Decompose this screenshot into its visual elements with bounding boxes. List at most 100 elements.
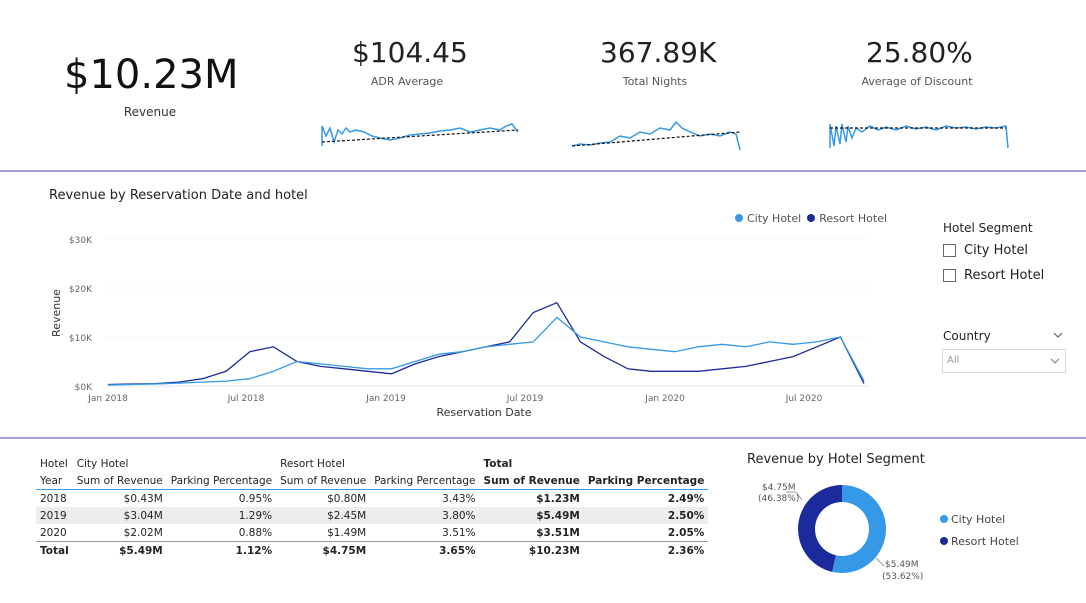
cell: $5.49M	[119, 544, 163, 557]
country-dropdown[interactable]: All	[942, 349, 1066, 373]
donut-chart-title: Revenue by Hotel Segment	[747, 452, 925, 467]
matrix-h2-city-park[interactable]: Parking Percentage	[167, 472, 276, 490]
slicer-option-resort-hotel[interactable]: Resort Hotel	[943, 268, 1044, 283]
slicer-option-city-hotel[interactable]: City Hotel	[943, 243, 1028, 258]
line-chart: $30K $20K $10K $0K Jan 2018 Jul 2018 Jan…	[50, 236, 870, 419]
resort-dot-icon	[807, 214, 816, 222]
donut-label-resort-pct: (46.38%)	[758, 494, 799, 504]
country-slicer-title: Country	[943, 329, 991, 343]
table-row: 2018 $0.43M 0.95% $0.80M 3.43% $1.23M 2.…	[36, 490, 708, 508]
top-divider	[0, 170, 1086, 172]
bottom-divider	[0, 437, 1086, 439]
cell: 3.80%	[442, 509, 476, 522]
adr-kpi-label: ADR Average	[370, 75, 444, 88]
x-axis-label: Reservation Date	[436, 406, 531, 419]
checkbox-resort-hotel[interactable]	[943, 269, 956, 282]
revenue-kpi-label: Revenue	[123, 105, 177, 119]
matrix-header-row-2: Year Sum of Revenue Parking Percentage S…	[36, 472, 709, 490]
slicer-option-resort-label: Resort Hotel	[964, 268, 1045, 283]
chevron-down-icon	[1050, 358, 1060, 364]
line-chart-title: Revenue by Reservation Date and hotel	[49, 188, 308, 203]
cell: $0.80M	[327, 492, 367, 505]
matrix-h1-hotel: Hotel	[40, 457, 68, 470]
matrix-h2-total-rev[interactable]: Sum of Revenue	[480, 472, 584, 490]
cell: 0.88%	[238, 526, 273, 539]
matrix-h1-total: Total	[483, 457, 513, 470]
discount-sparkline	[829, 123, 1009, 149]
cell: $3.04M	[123, 509, 163, 522]
cell: $1.23M	[536, 492, 580, 505]
y-tick-10k: $10K	[69, 334, 93, 344]
adr-sparkline	[321, 123, 519, 146]
matrix-header-row-1: Hotel City Hotel Resort Hotel Total	[36, 455, 708, 472]
matrix-h2-resort-park[interactable]: Parking Percentage	[370, 472, 479, 490]
cell: 0.95%	[238, 492, 273, 505]
legend-city[interactable]: City Hotel	[735, 212, 801, 225]
cell: 2.36%	[667, 544, 705, 557]
donut-chart: $4.75M (46.38%) $5.49M (53.62%) City Hot…	[758, 483, 1019, 582]
revenue-matrix: Hotel City Hotel Resort Hotel Total Year…	[36, 455, 709, 560]
cell: $10.23M	[528, 544, 580, 557]
series-city-hotel-line[interactable]	[107, 316, 865, 386]
matrix-h2-city-rev[interactable]: Sum of Revenue	[73, 472, 167, 490]
donut-legend-city[interactable]: City Hotel	[951, 513, 1005, 526]
legend-resort-dot-icon	[940, 537, 948, 545]
nights-sparkline	[571, 120, 741, 151]
city-dot-icon	[735, 214, 743, 222]
series-resort-hotel-line[interactable]	[107, 301, 865, 386]
cell: 3.51%	[442, 526, 476, 539]
x-tick-jan2019: Jan 2019	[365, 394, 406, 404]
legend-city-dot-icon	[940, 515, 948, 523]
nights-kpi-value: 367.89K	[600, 36, 717, 69]
discount-kpi-value: 25.80%	[866, 36, 973, 69]
cell-total-label: Total	[40, 544, 69, 557]
cell: 1.12%	[235, 544, 273, 557]
matrix-h2-total-park[interactable]: Parking Percentage	[584, 472, 708, 490]
cell: $4.75M	[322, 544, 367, 557]
donut-slices	[798, 485, 886, 573]
country-dropdown-value: All	[947, 355, 960, 366]
cell-year: 2018	[40, 492, 67, 505]
cell-year: 2020	[40, 526, 67, 539]
cell: $5.49M	[536, 509, 580, 522]
x-tick-jul2020: Jul 2020	[785, 394, 823, 404]
cell-year: 2019	[40, 509, 67, 522]
matrix-h2-resort-rev[interactable]: Sum of Revenue	[276, 472, 370, 490]
donut-label-city-value: $5.49M	[885, 560, 919, 570]
cell: $2.45M	[327, 509, 367, 522]
matrix-h1-city[interactable]: City Hotel	[73, 455, 167, 472]
discount-kpi-label: Average of Discount	[861, 75, 973, 88]
checkbox-city-hotel[interactable]	[943, 244, 956, 257]
x-tick-jul2019: Jul 2019	[506, 394, 544, 404]
legend-resort[interactable]: Resort Hotel	[807, 212, 887, 225]
adr-kpi-value: $104.45	[352, 36, 468, 69]
revenue-kpi-value: $10.23M	[64, 52, 239, 98]
matrix-h1-resort[interactable]: Resort Hotel	[276, 455, 370, 472]
y-axis-label: Revenue	[50, 289, 63, 337]
y-tick-20k: $20K	[69, 285, 93, 295]
cell: $2.02M	[123, 526, 163, 539]
cell: 1.29%	[238, 509, 273, 522]
cell: 3.65%	[439, 544, 476, 557]
hotel-segment-slicer-title: Hotel Segment	[943, 221, 1033, 235]
slicer-option-city-label: City Hotel	[964, 243, 1029, 258]
x-tick-jan2020: Jan 2020	[644, 394, 685, 404]
country-collapse-chevron-icon[interactable]	[1052, 330, 1064, 340]
cell: 3.43%	[442, 492, 476, 505]
line-chart-legend: City Hotel Resort Hotel	[735, 212, 887, 225]
x-tick-jul2018: Jul 2018	[227, 394, 265, 404]
donut-label-resort-value: $4.75M	[762, 483, 796, 493]
matrix-h2-year: Year	[40, 474, 63, 487]
legend-city-label: City Hotel	[747, 212, 802, 225]
legend-resort-label: Resort Hotel	[819, 212, 888, 225]
cell: $3.51M	[536, 526, 580, 539]
table-row: 2019 $3.04M 1.29% $2.45M 3.80% $5.49M 2.…	[36, 507, 709, 524]
donut-legend-resort[interactable]: Resort Hotel	[951, 535, 1019, 548]
nights-kpi-label: Total Nights	[622, 75, 688, 88]
donut-label-city-pct: (53.62%)	[882, 572, 923, 582]
cell: $1.49M	[327, 526, 367, 539]
y-tick-30k: $30K	[69, 236, 93, 246]
table-total-row: Total $5.49M 1.12% $4.75M 3.65% $10.23M …	[36, 541, 709, 560]
cell: 2.50%	[667, 509, 705, 522]
table-row: 2020 $2.02M 0.88% $1.49M 3.51% $3.51M 2.…	[36, 524, 708, 542]
